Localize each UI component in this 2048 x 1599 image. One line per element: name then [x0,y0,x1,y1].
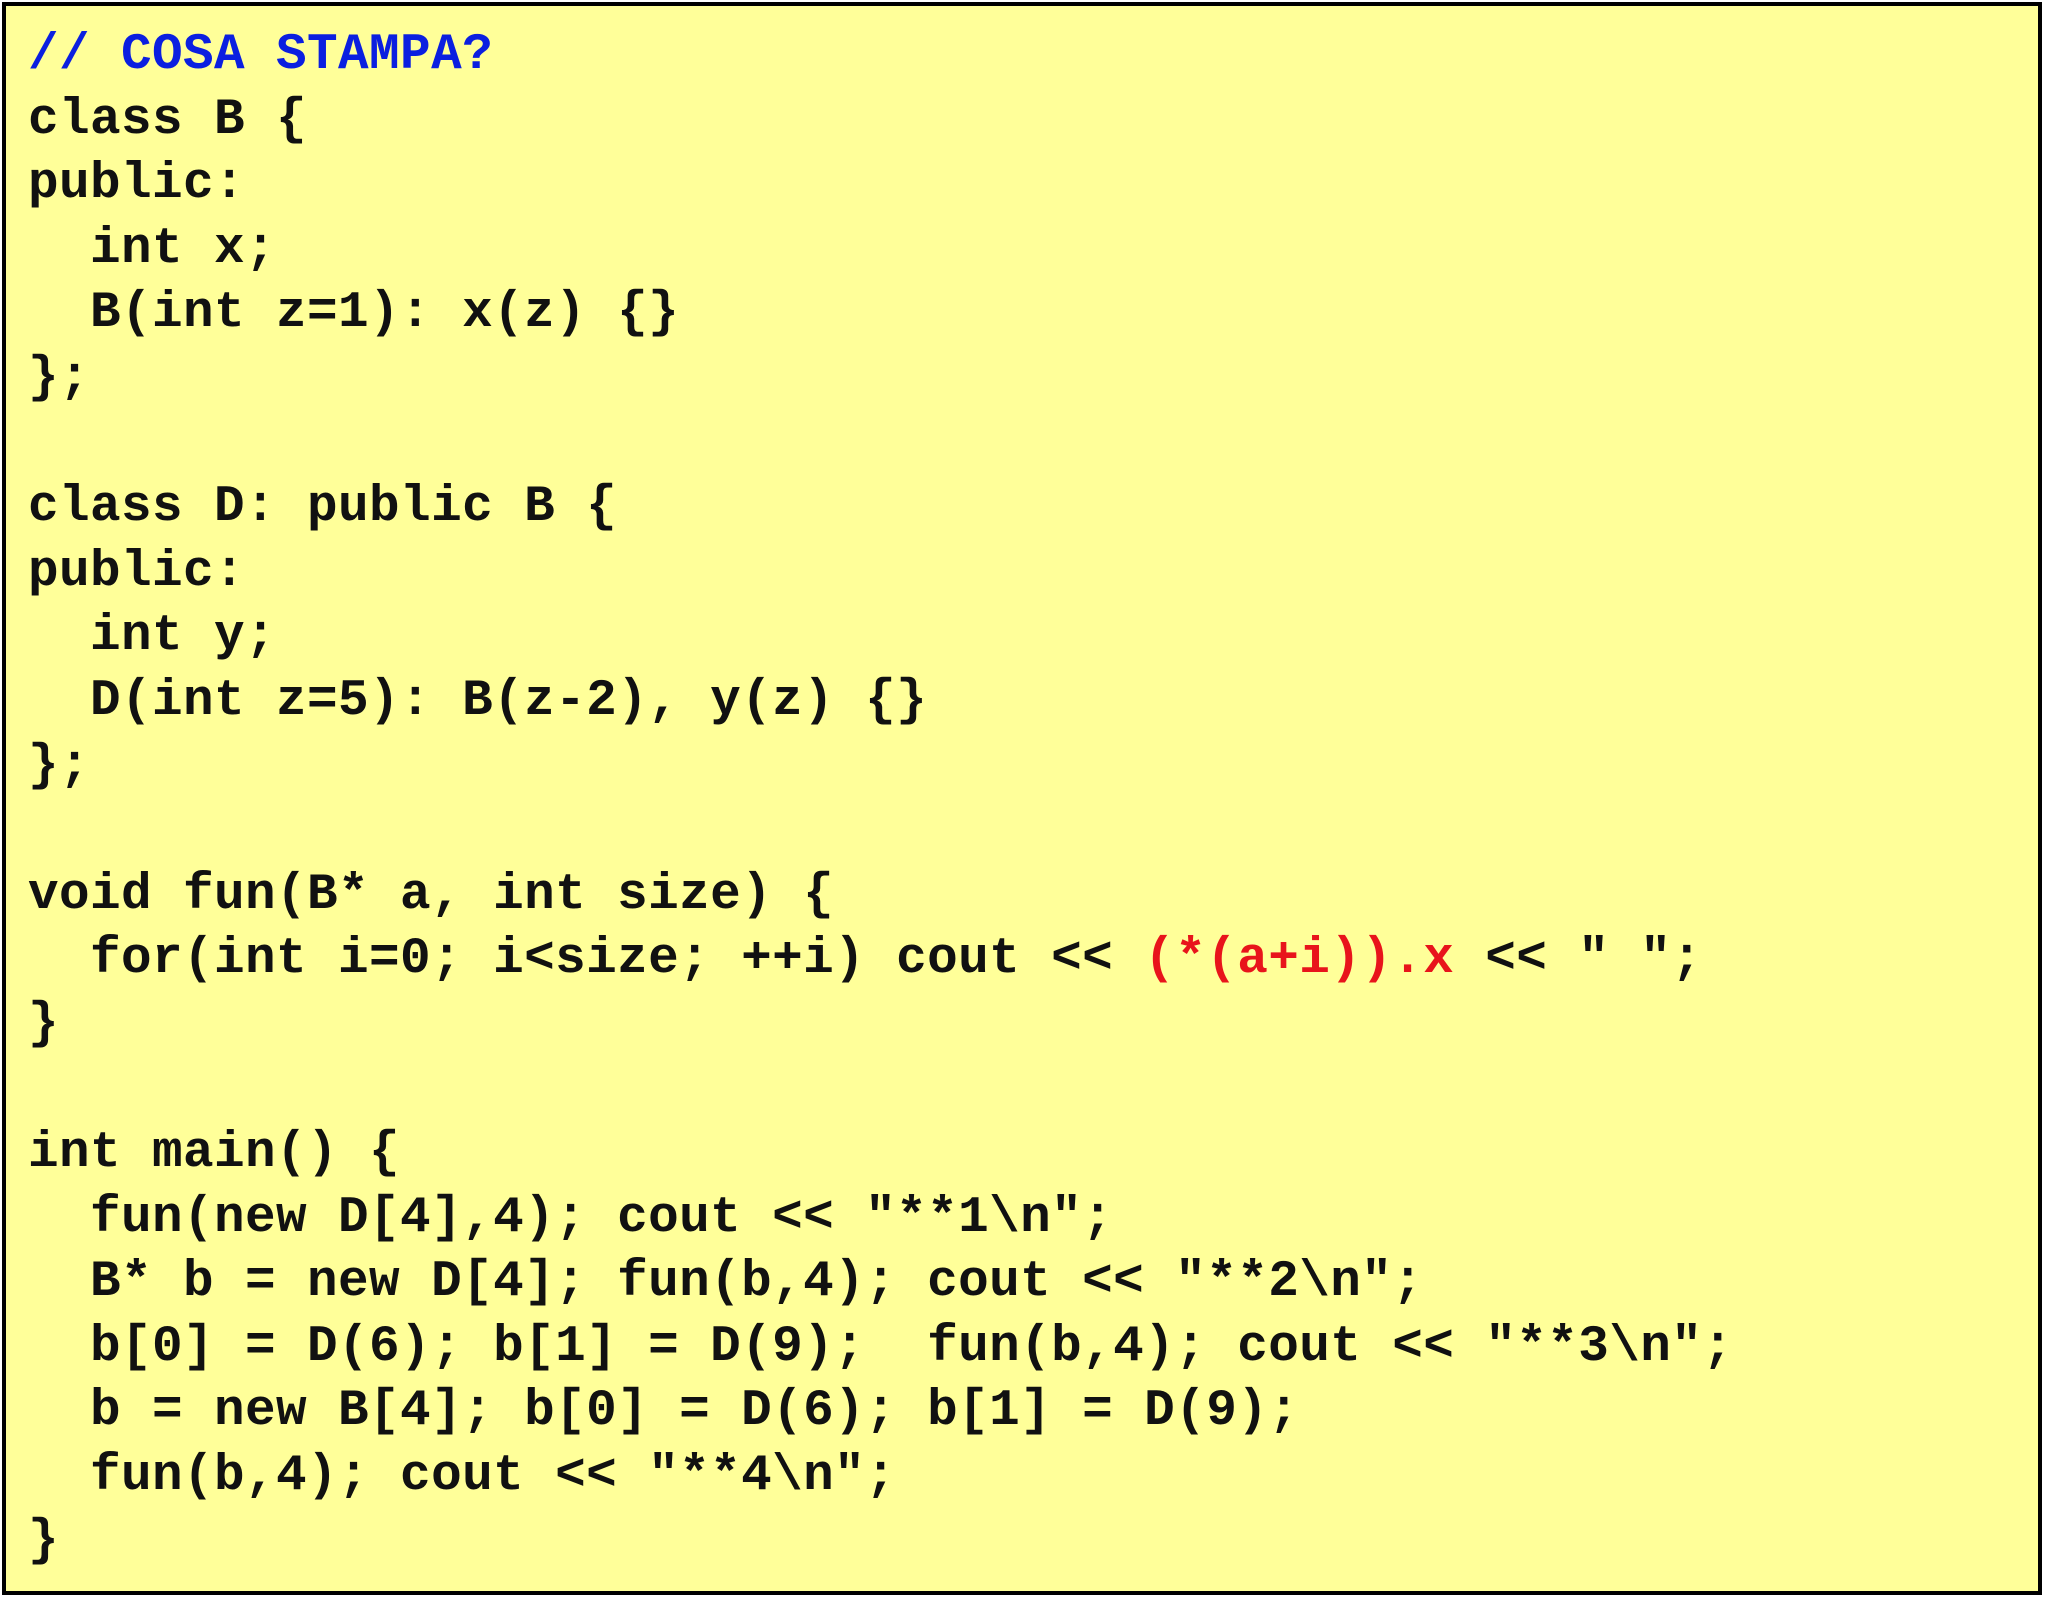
code-text: fun(b,4); cout << "**4\n"; [28,1448,897,1506]
code-text: int x; [28,220,277,278]
code-text: class D: public B { [28,479,618,537]
code-line: for(int i=0; i<size; ++i) cout << (*(a+i… [28,928,2038,993]
code-line: public: [28,153,2038,218]
code-text: fun(new D[4],4); cout << "**1\n"; [28,1189,1114,1247]
code-text: } [28,1512,60,1570]
code-line: } [28,1510,2038,1575]
code-text: D(int z=5): B(z-2), y(z) {} [28,672,928,730]
code-line: D(int z=5): B(z-2), y(z) {} [28,670,2038,735]
code-line: }; [28,735,2038,800]
code-line: fun(new D[4],4); cout << "**1\n"; [28,1187,2038,1252]
code-text: class B { [28,91,308,149]
code-line: b[0] = D(6); b[1] = D(9); fun(b,4); cout… [28,1316,2038,1381]
code-line: int y; [28,605,2038,670]
code-listing: // COSA STAMPA? class B { public: int x; B… [2,2,2042,1595]
code-text: << " "; [1454,931,1703,989]
code-line: void fun(B* a, int size) { [28,864,2038,929]
code-text: public: [28,543,246,601]
code-text: int y; [28,608,277,666]
highlighted-expression: (*(a+i)).x [1144,931,1455,989]
code-text: public: [28,156,246,214]
code-text: for(int i=0; i<size; ++i) cout << [28,931,1145,989]
code-text: b[0] = D(6); b[1] = D(9); fun(b,4); cout… [28,1318,1734,1376]
code-text: B(int z=1): x(z) {} [28,285,680,343]
code-line: class B { [28,89,2038,154]
code-line: B* b = new D[4]; fun(b,4); cout << "**2\… [28,1251,2038,1316]
code-line: // COSA STAMPA? [28,24,2038,89]
code-line: fun(b,4); cout << "**4\n"; [28,1445,2038,1510]
code-line: B(int z=1): x(z) {} [28,282,2038,347]
code-text: }; [28,737,91,795]
code-line: b = new B[4]; b[0] = D(6); b[1] = D(9); [28,1380,2038,1445]
code-text: b = new B[4]; b[0] = D(6); b[1] = D(9); [28,1383,1300,1441]
code-text: int main() { [28,1125,401,1183]
code-text: void fun(B* a, int size) { [28,866,835,924]
code-line: int x; [28,218,2038,283]
code-text: }; [28,349,91,407]
code-text: B* b = new D[4]; fun(b,4); cout << "**2\… [28,1254,1424,1312]
code-comment: // COSA STAMPA? [28,27,494,84]
code-line: public: [28,541,2038,606]
code-line: class D: public B { [28,476,2038,541]
code-line: } [28,993,2038,1058]
code-line: }; [28,347,2038,412]
code-text: } [28,995,60,1053]
code-line: int main() { [28,1122,2038,1187]
